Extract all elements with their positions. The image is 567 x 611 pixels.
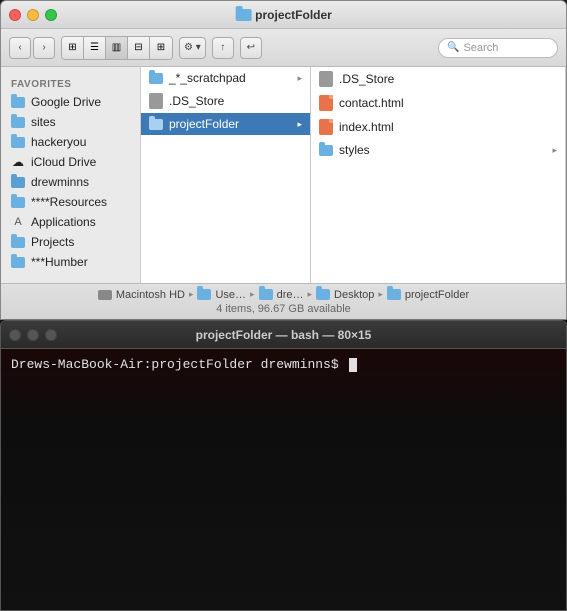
path-sep: ▸	[250, 289, 255, 300]
col1-item-ds-store[interactable]: .DS_Store	[141, 89, 310, 113]
traffic-lights	[9, 9, 57, 21]
back-button[interactable]: ‹	[9, 37, 31, 59]
path-hd-label: Macintosh HD	[116, 289, 185, 301]
path-folder-icon	[197, 289, 211, 300]
search-icon: 🔍	[447, 42, 459, 53]
sidebar-item-resources[interactable]: ****Resources	[1, 192, 140, 212]
folder-icon	[149, 119, 163, 130]
finder-toolbar: ‹ › ⊞ ☰ ▥ ⊟ ⊞ ⚙ ▾ ↑ ↩ 🔍 Search	[1, 29, 566, 67]
col1-item-scratchpad[interactable]: _*_scratchpad ▸	[141, 67, 310, 89]
extra-view-button[interactable]: ⊞	[150, 37, 172, 59]
folder-icon	[149, 73, 163, 84]
sidebar-section-header: Favorites	[1, 75, 140, 92]
disk-info: 4 items, 96.67 GB available	[216, 303, 351, 315]
nav-buttons: ‹ ›	[9, 37, 55, 59]
sidebar-item-humber[interactable]: ***Humber	[1, 252, 140, 272]
ds-store-icon	[149, 93, 163, 109]
search-bar[interactable]: 🔍 Search	[438, 38, 558, 58]
sidebar-item-google-drive[interactable]: Google Drive	[1, 92, 140, 112]
apps-icon: A	[11, 216, 25, 228]
file-columns: _*_scratchpad ▸ .DS_Store projectFolder …	[141, 67, 566, 283]
terminal-maximize-button[interactable]	[45, 329, 57, 341]
col2-item-styles[interactable]: styles ▸	[311, 139, 565, 161]
column-2: .DS_Store contact.html index.html styles…	[311, 67, 566, 283]
column-view-button[interactable]: ▥	[106, 37, 128, 59]
folder-icon	[11, 96, 25, 108]
html-file-icon	[319, 95, 333, 111]
path-folder-icon	[316, 289, 330, 300]
terminal-traffic-lights	[9, 329, 57, 341]
sidebar-item-projects[interactable]: Projects	[1, 232, 140, 252]
close-button[interactable]	[9, 9, 21, 21]
path-projectfolder-label: projectFolder	[405, 289, 469, 301]
col2-item-index[interactable]: index.html	[311, 115, 565, 139]
terminal-title: projectFolder — bash — 80×15	[196, 328, 372, 342]
forward-button[interactable]: ›	[33, 37, 55, 59]
chevron-icon: ▸	[297, 73, 302, 84]
edit-button[interactable]: ↩	[240, 37, 262, 59]
path-folder-icon	[387, 289, 401, 300]
terminal-cursor	[349, 358, 357, 372]
html-file-icon	[319, 119, 333, 135]
chevron-icon: ▸	[552, 145, 557, 156]
folder-icon	[11, 256, 25, 268]
path-desktop-label: Desktop	[334, 289, 374, 301]
folder-icon	[11, 116, 25, 128]
path-bar: Macintosh HD ▸ Use… ▸ dre… ▸ Desktop ▸ p…	[98, 289, 469, 301]
folder-icon	[11, 136, 25, 148]
view-buttons: ⊞ ☰ ▥ ⊟ ⊞	[61, 36, 173, 60]
terminal-close-button[interactable]	[9, 329, 21, 341]
path-folder-icon	[259, 289, 273, 300]
sidebar-item-drewminns[interactable]: drewminns	[1, 172, 140, 192]
terminal-minimize-button[interactable]	[27, 329, 39, 341]
hd-path-icon	[98, 290, 112, 300]
col1-item-projectfolder[interactable]: projectFolder ▸	[141, 113, 310, 135]
action-button[interactable]: ⚙ ▾	[179, 37, 206, 59]
cloud-icon: ☁	[11, 156, 25, 168]
path-user-label: Use…	[215, 289, 246, 301]
sidebar-item-icloud[interactable]: ☁ iCloud Drive	[1, 152, 140, 172]
finder-title-bar: projectFolder	[1, 1, 566, 29]
prompt-text: Drews-MacBook-Air:projectFolder drewminn…	[11, 357, 346, 372]
path-sep: ▸	[307, 289, 312, 300]
folder-icon	[11, 176, 25, 188]
col2-item-contact[interactable]: contact.html	[311, 91, 565, 115]
maximize-button[interactable]	[45, 9, 57, 21]
sidebar: Favorites Google Drive sites hackeryou ☁…	[1, 67, 141, 283]
terminal-window: projectFolder — bash — 80×15 Drews-MacBo…	[0, 320, 567, 611]
sidebar-item-hackeryou[interactable]: hackeryou	[1, 132, 140, 152]
ds-store-icon	[319, 71, 333, 87]
window-title: projectFolder	[235, 8, 332, 22]
path-sep: ▸	[378, 289, 383, 300]
sidebar-item-sites[interactable]: sites	[1, 112, 140, 132]
list-view-button[interactable]: ☰	[84, 37, 106, 59]
status-bar: Macintosh HD ▸ Use… ▸ dre… ▸ Desktop ▸ p…	[1, 283, 566, 319]
finder-content: Favorites Google Drive sites hackeryou ☁…	[1, 67, 566, 283]
path-sep: ▸	[189, 289, 194, 300]
chevron-icon: ▸	[297, 119, 302, 130]
terminal-prompt: Drews-MacBook-Air:projectFolder drewminn…	[11, 357, 556, 372]
column-1: _*_scratchpad ▸ .DS_Store projectFolder …	[141, 67, 311, 283]
title-folder-icon	[235, 9, 251, 21]
search-placeholder: Search	[463, 42, 498, 54]
finder-window: projectFolder ‹ › ⊞ ☰ ▥ ⊟ ⊞ ⚙ ▾ ↑ ↩ 🔍 Se…	[0, 0, 567, 320]
terminal-body[interactable]: Drews-MacBook-Air:projectFolder drewminn…	[1, 349, 566, 610]
path-dre-label: dre…	[277, 289, 304, 301]
sidebar-item-applications[interactable]: A Applications	[1, 212, 140, 232]
terminal-title-bar: projectFolder — bash — 80×15	[1, 321, 566, 349]
minimize-button[interactable]	[27, 9, 39, 21]
icon-view-button[interactable]: ⊞	[62, 37, 84, 59]
folder-icon	[11, 236, 25, 248]
folder-icon	[319, 145, 333, 156]
share-button[interactable]: ↑	[212, 37, 234, 59]
cover-flow-button[interactable]: ⊟	[128, 37, 150, 59]
folder-icon	[11, 196, 25, 208]
col2-item-ds-store[interactable]: .DS_Store	[311, 67, 565, 91]
